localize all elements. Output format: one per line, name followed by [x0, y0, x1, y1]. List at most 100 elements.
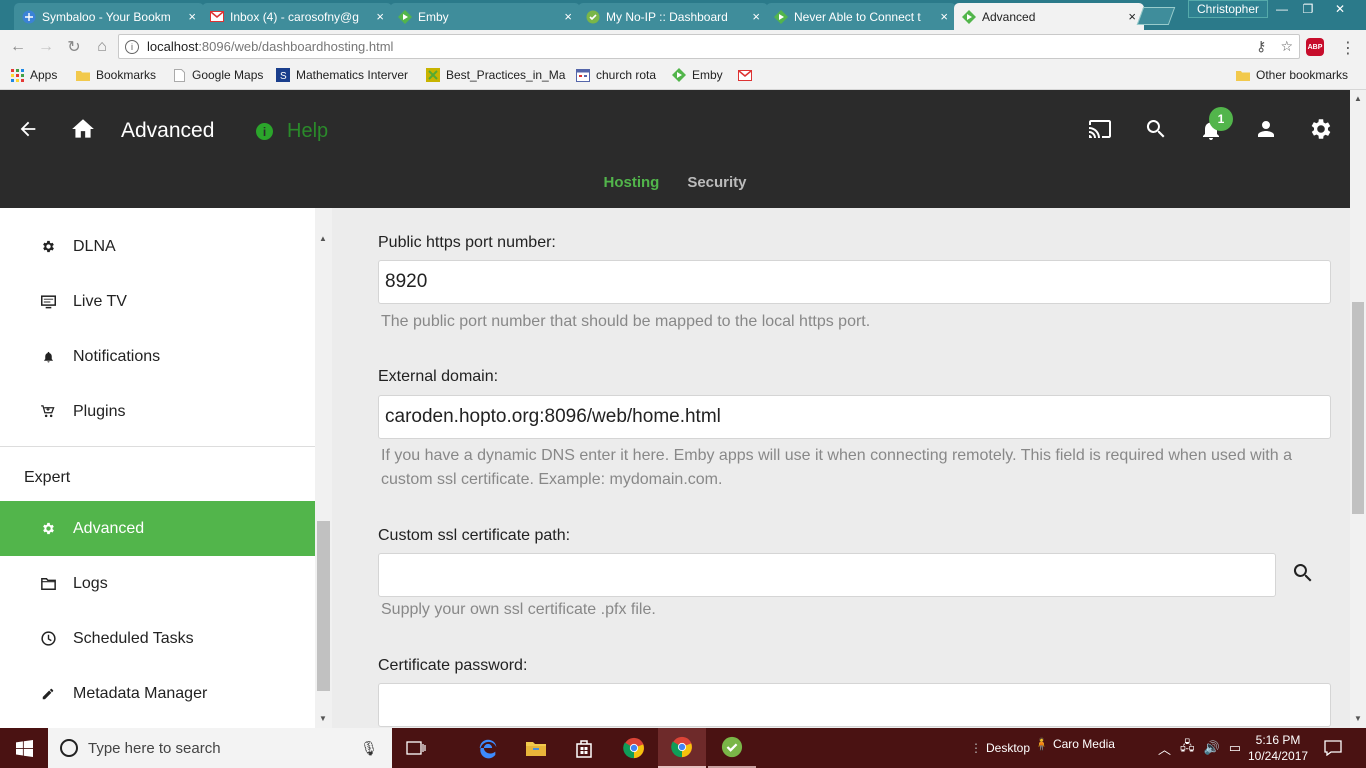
scroll-down-icon[interactable]: ▼ [319, 714, 327, 723]
sidebar-item-advanced[interactable]: Advanced [0, 501, 315, 556]
page-icon [172, 68, 186, 82]
close-tab-icon[interactable]: × [752, 9, 760, 24]
folder-icon [1236, 68, 1250, 82]
sidebar-item-live-tv[interactable]: Live TV [0, 274, 315, 329]
windows-taskbar: Type here to search 🎙 ⋮ Desktop 🧍 Caro M… [0, 728, 1366, 768]
sidebar-item-logs[interactable]: Logs [0, 556, 315, 611]
bookmark-gmail[interactable] [738, 68, 758, 82]
url-path: :8096/web/dashboardhosting.html [198, 39, 394, 54]
profile-button[interactable]: Christopher [1188, 0, 1269, 18]
tab-hosting[interactable]: Hosting [603, 174, 659, 191]
sidebar-scroll-thumb[interactable] [317, 521, 330, 691]
address-bar[interactable]: i localhost:8096/web/dashboardhosting.ht… [118, 34, 1300, 59]
close-tab-icon[interactable]: × [188, 9, 196, 24]
scroll-up-icon[interactable]: ▲ [1354, 94, 1362, 103]
bookmarks-bar: Apps Bookmarks Google Maps S Mathematics… [0, 63, 1366, 90]
bookmark-google-maps[interactable]: Google Maps [172, 68, 263, 82]
desktop-toolbar[interactable]: ⋮ Desktop [970, 728, 1030, 768]
close-tab-icon[interactable]: × [940, 9, 948, 24]
bell-icon [40, 349, 56, 365]
sidebar-item-plugins[interactable]: Plugins [0, 384, 315, 439]
bookmark-apps[interactable]: Apps [10, 68, 57, 82]
start-button[interactable] [0, 728, 48, 768]
restore-button[interactable]: ❐ [1294, 0, 1322, 18]
close-tab-icon[interactable]: × [1128, 9, 1136, 24]
bookmark-church-rota[interactable]: church rota [576, 68, 656, 82]
back-arrow-icon[interactable] [16, 117, 40, 141]
noip-icon [586, 10, 600, 24]
volume-icon[interactable]: 🔊 [1204, 740, 1220, 756]
gmail-icon [738, 68, 752, 82]
minimize-button[interactable]: — [1268, 0, 1296, 18]
https-port-label: Public https port number: [378, 234, 556, 251]
ssl-path-label: Custom ssl certificate path: [378, 527, 571, 544]
sidebar-divider [0, 446, 315, 447]
browser-menu-icon[interactable]: ⋮ [1340, 38, 1356, 58]
cast-icon[interactable] [1085, 116, 1115, 142]
key-icon[interactable]: ⚷ [1256, 38, 1266, 55]
back-icon[interactable]: ← [8, 37, 28, 57]
reload-icon[interactable]: ↻ [64, 37, 84, 57]
tab-security[interactable]: Security [687, 174, 746, 191]
forward-icon[interactable]: → [36, 37, 56, 57]
microphone-icon[interactable]: 🎙 [360, 740, 378, 757]
ssl-path-input[interactable] [378, 553, 1276, 597]
scroll-down-icon[interactable]: ▼ [1354, 714, 1362, 723]
emby-icon [774, 9, 788, 24]
tab-gmail[interactable]: Inbox (4) - carosofny@g × [202, 3, 392, 30]
close-tab-icon[interactable]: × [564, 9, 572, 24]
page-scroll-thumb[interactable] [1352, 302, 1364, 514]
network-icon[interactable]: 🖧 [1180, 737, 1195, 759]
settings-gear-icon[interactable] [1307, 115, 1335, 143]
browse-ssl-path-button[interactable] [1290, 560, 1316, 586]
bookmark-other[interactable]: Other bookmarks [1236, 68, 1348, 82]
https-port-input[interactable]: 8920 [378, 260, 1331, 304]
sidebar-scrollbar[interactable]: ▲ ▼ [315, 208, 332, 728]
tab-symbaloo[interactable]: Symbaloo - Your Bookm × [14, 3, 204, 30]
scroll-up-icon[interactable]: ▲ [319, 234, 327, 243]
sidebar-item-scheduled-tasks[interactable]: Scheduled Tasks [0, 611, 315, 666]
caro-media-toolbar[interactable]: 🧍 Caro Media [1034, 724, 1115, 764]
sidebar-item-dlna[interactable]: DLNA [0, 219, 315, 274]
sidebar-item-metadata-manager[interactable]: Metadata Manager [0, 666, 315, 721]
page-scrollbar[interactable]: ▲ ▼ [1350, 90, 1366, 728]
noip-duc-icon[interactable] [708, 728, 756, 768]
sidebar-item-notifications[interactable]: Notifications [0, 329, 315, 384]
bookmark-emby[interactable]: Emby [672, 68, 723, 82]
url-host: localhost [147, 39, 199, 54]
home-icon[interactable]: ⌂ [92, 37, 112, 57]
tab-noip[interactable]: My No-IP :: Dashboard × [578, 3, 768, 30]
battery-icon[interactable]: ▭ [1229, 740, 1241, 756]
window-close-button[interactable]: ✕ [1326, 0, 1354, 18]
tab-advanced[interactable]: Advanced × [954, 3, 1144, 30]
bookmark-bookmarks[interactable]: Bookmarks [76, 68, 156, 82]
info-icon[interactable]: i [125, 39, 139, 54]
user-icon[interactable] [1253, 116, 1279, 142]
close-tab-icon[interactable]: × [376, 9, 384, 24]
chrome-icon[interactable] [610, 728, 658, 768]
home-icon[interactable] [70, 116, 96, 142]
site-icon [426, 68, 440, 82]
tab-never-able[interactable]: Never Able to Connect t × [766, 3, 956, 30]
action-center-icon[interactable] [1324, 728, 1342, 768]
taskbar-clock[interactable]: 5:16 PM 10/24/2017 [1248, 732, 1308, 764]
external-domain-input[interactable]: caroden.hopto.org:8096/web/home.html [378, 395, 1331, 439]
bookmark-star-icon[interactable]: ☆ [1280, 38, 1293, 55]
taskbar-search[interactable]: Type here to search 🎙 [48, 728, 392, 768]
search-icon[interactable] [1143, 116, 1169, 142]
edge-icon[interactable] [464, 728, 512, 768]
adblock-plus-icon[interactable]: ABP [1306, 38, 1324, 56]
bookmark-mathematics[interactable]: S Mathematics Interver [276, 68, 408, 82]
cert-password-input[interactable] [378, 683, 1331, 727]
page-title: Advanced [121, 119, 215, 142]
new-tab-button[interactable] [1136, 7, 1176, 25]
bookmark-best-practices[interactable]: Best_Practices_in_Ma [426, 68, 565, 82]
chrome-active-icon[interactable] [658, 728, 706, 768]
tab-emby[interactable]: Emby × [390, 3, 580, 30]
help-link[interactable]: i Help [256, 120, 328, 143]
show-hidden-icons-icon[interactable]: ︿ [1158, 739, 1171, 758]
file-explorer-icon[interactable] [512, 728, 560, 768]
user-figure-icon: 🧍 [1034, 737, 1049, 751]
task-view-icon[interactable] [392, 728, 440, 768]
store-icon[interactable] [560, 728, 608, 768]
